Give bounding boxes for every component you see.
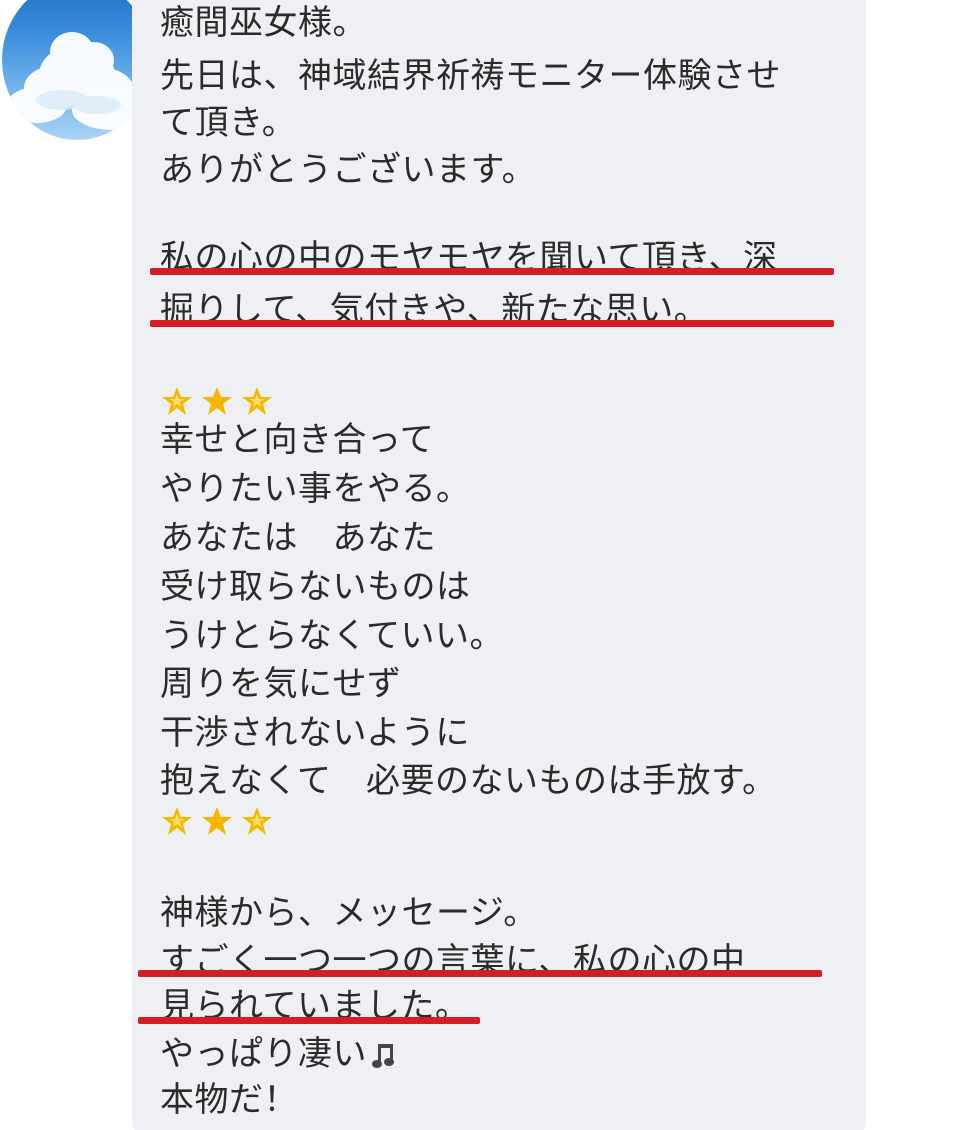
glowing-star-icon	[162, 807, 192, 835]
glowing-star-icon	[242, 807, 272, 835]
message-line: 干渉されないように	[160, 713, 470, 753]
cloud-sky-image	[7, 32, 152, 130]
star-icon	[202, 387, 232, 415]
chat-screen: 癒間巫女様。 先日は、神域結界祈祷モニター体験させ て頂き。 ありがとうございま…	[0, 0, 960, 1130]
message-line: 受け取らないものは	[160, 567, 471, 607]
message-line: あなたは あなた	[160, 518, 436, 558]
message-line: 本物だ！	[160, 1080, 298, 1120]
message-line: 抱えなくて 必要のないものは手放す。	[160, 761, 777, 801]
message-line: やりたい事をやる。	[160, 469, 471, 509]
message-line: て頂き。	[160, 103, 297, 143]
avatar[interactable]	[2, 0, 152, 140]
music-note-icon	[372, 1043, 394, 1068]
highlight-underline	[138, 970, 822, 977]
message-line: すごく一つ一つの言葉に、私の心の中	[160, 941, 746, 981]
message-line: 周りを気にせず	[160, 664, 402, 704]
star-row	[160, 382, 274, 422]
highlight-underline	[138, 1017, 480, 1024]
star-row	[160, 802, 274, 842]
message-line: 先日は、神域結界祈祷モニター体験させ	[160, 56, 781, 96]
message-line: 癒間巫女様。	[160, 3, 367, 43]
glowing-star-icon	[242, 387, 272, 415]
star-icon	[202, 807, 232, 835]
message-line: 幸せと向き合って	[160, 420, 435, 460]
message-line: 神様から、メッセージ。	[160, 893, 538, 933]
message-line-text: やっぱり凄い	[160, 1034, 367, 1074]
highlight-underline	[150, 268, 834, 275]
highlight-underline	[150, 320, 834, 327]
message-line: やっぱり凄い	[160, 1031, 397, 1077]
message-line: うけとらなくていい。	[160, 616, 504, 656]
glowing-star-icon	[162, 387, 192, 415]
message-line: ありがとうございます。	[160, 150, 537, 190]
